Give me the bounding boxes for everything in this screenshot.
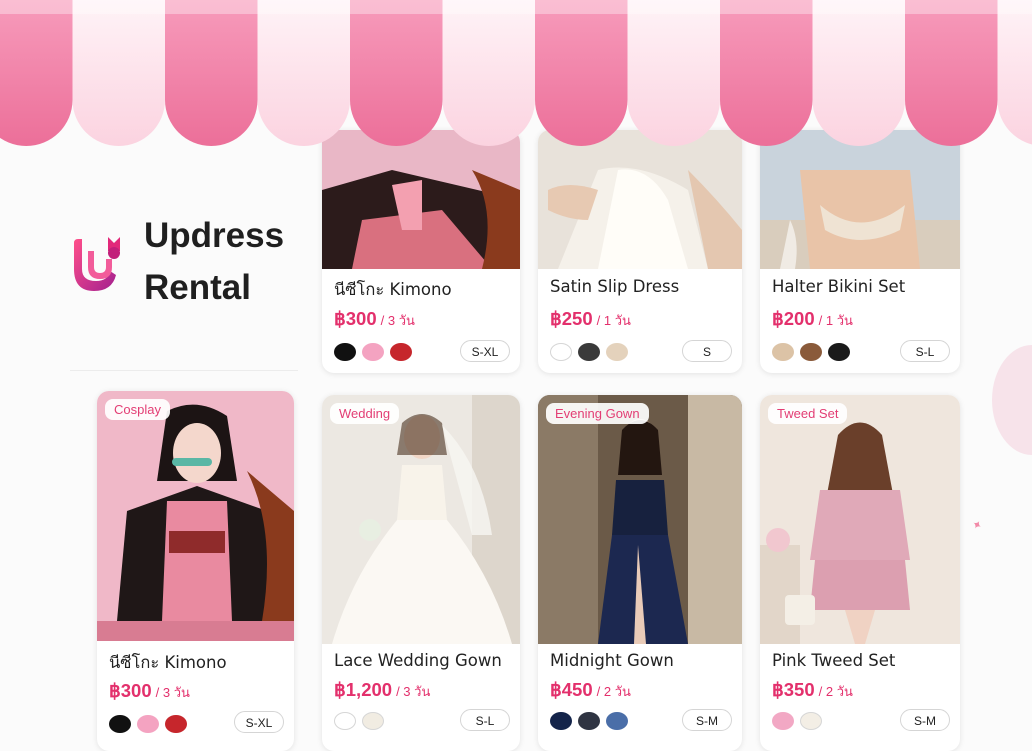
awning-stripe [165, 0, 258, 146]
product-price: ฿450/ 2 วัน [550, 679, 631, 702]
awning-stripe [443, 0, 536, 146]
color-swatch[interactable] [772, 712, 794, 730]
product-image [97, 391, 294, 641]
brand-name-line1: Updress [144, 210, 284, 262]
product-name: นีซีโกะ Kimono [334, 277, 452, 303]
awning-stripe [628, 0, 721, 146]
size-badge[interactable]: S-L [900, 340, 950, 362]
color-swatch[interactable] [390, 343, 412, 361]
product-image [760, 395, 960, 644]
color-swatches [109, 715, 187, 733]
awning-stripe [258, 0, 351, 146]
color-swatch[interactable] [800, 712, 822, 730]
product-card[interactable]: Evening Gown Midnight Gown ฿450/ 2 วัน S… [538, 395, 742, 751]
product-name: นีซีโกะ Kimono [109, 650, 227, 676]
awning-stripe [350, 0, 443, 146]
color-swatches [772, 343, 850, 361]
color-swatch[interactable] [828, 343, 850, 361]
color-swatches [334, 712, 384, 730]
category-tag[interactable]: Wedding [330, 403, 399, 424]
brand-logo-icon [70, 231, 128, 293]
size-badge[interactable]: S-M [682, 709, 732, 731]
brand[interactable]: Updress Rental [70, 210, 284, 314]
product-card[interactable]: นีซีโกะ Kimono ฿300/ 3 วัน S-XL [322, 130, 520, 373]
product-price: ฿350/ 2 วัน [772, 679, 853, 702]
color-swatch[interactable] [550, 343, 572, 361]
product-card[interactable]: Halter Bikini Set ฿200/ 1 วัน S-L [760, 130, 960, 373]
color-swatch[interactable] [772, 343, 794, 361]
product-price: ฿300/ 3 วัน [109, 680, 190, 703]
product-card[interactable]: Tweed Set Pink Tweed Set ฿350/ 2 วัน S-M [760, 395, 960, 751]
awning-stripe [813, 0, 906, 146]
color-swatches [334, 343, 412, 361]
divider [70, 370, 298, 371]
decorative-blob [992, 345, 1032, 455]
shop-awning [0, 0, 1032, 160]
awning-stripe [0, 0, 73, 146]
product-card[interactable]: Satin Slip Dress ฿250/ 1 วัน S [538, 130, 742, 373]
color-swatch[interactable] [165, 715, 187, 733]
product-image [538, 395, 742, 644]
product-card[interactable]: Wedding Lace Wedding Gown ฿1,200/ 3 วัน … [322, 395, 520, 751]
color-swatch[interactable] [578, 712, 600, 730]
color-swatch[interactable] [362, 712, 384, 730]
product-name: Midnight Gown [550, 651, 674, 670]
product-image [322, 395, 520, 644]
color-swatch[interactable] [606, 712, 628, 730]
category-tag[interactable]: Evening Gown [546, 403, 649, 424]
color-swatches [550, 343, 628, 361]
color-swatches [772, 712, 822, 730]
size-badge[interactable]: S-XL [234, 711, 284, 733]
product-price: ฿200/ 1 วัน [772, 308, 853, 331]
color-swatch[interactable] [800, 343, 822, 361]
size-badge[interactable]: S-L [460, 709, 510, 731]
awning-stripe [720, 0, 813, 146]
product-card[interactable]: Cosplay นีซีโกะ Kimono ฿300/ 3 วัน S-XL [97, 391, 294, 751]
product-price: ฿250/ 1 วัน [550, 308, 631, 331]
product-name: Halter Bikini Set [772, 277, 905, 296]
color-swatch[interactable] [578, 343, 600, 361]
color-swatch[interactable] [109, 715, 131, 733]
color-swatch[interactable] [334, 343, 356, 361]
category-tag[interactable]: Cosplay [105, 399, 170, 420]
awning-stripe [998, 0, 1032, 146]
sparkle-icon: ✦ [969, 516, 985, 533]
size-badge[interactable]: S-M [900, 709, 950, 731]
awning-rim [0, 0, 1032, 14]
size-badge[interactable]: S-XL [460, 340, 510, 362]
color-swatch[interactable] [606, 343, 628, 361]
product-name: Pink Tweed Set [772, 651, 895, 670]
size-badge[interactable]: S [682, 340, 732, 362]
product-price: ฿1,200/ 3 วัน [334, 679, 430, 702]
awning-stripe [73, 0, 166, 146]
awning-stripe [905, 0, 998, 146]
product-price: ฿300/ 3 วัน [334, 308, 415, 331]
color-swatch[interactable] [550, 712, 572, 730]
color-swatch[interactable] [362, 343, 384, 361]
category-tag[interactable]: Tweed Set [768, 403, 847, 424]
awning-stripe [535, 0, 628, 146]
color-swatches [550, 712, 628, 730]
product-name: Satin Slip Dress [550, 277, 679, 296]
product-name: Lace Wedding Gown [334, 651, 502, 670]
color-swatch[interactable] [137, 715, 159, 733]
brand-name-line2: Rental [144, 262, 284, 314]
color-swatch[interactable] [334, 712, 356, 730]
